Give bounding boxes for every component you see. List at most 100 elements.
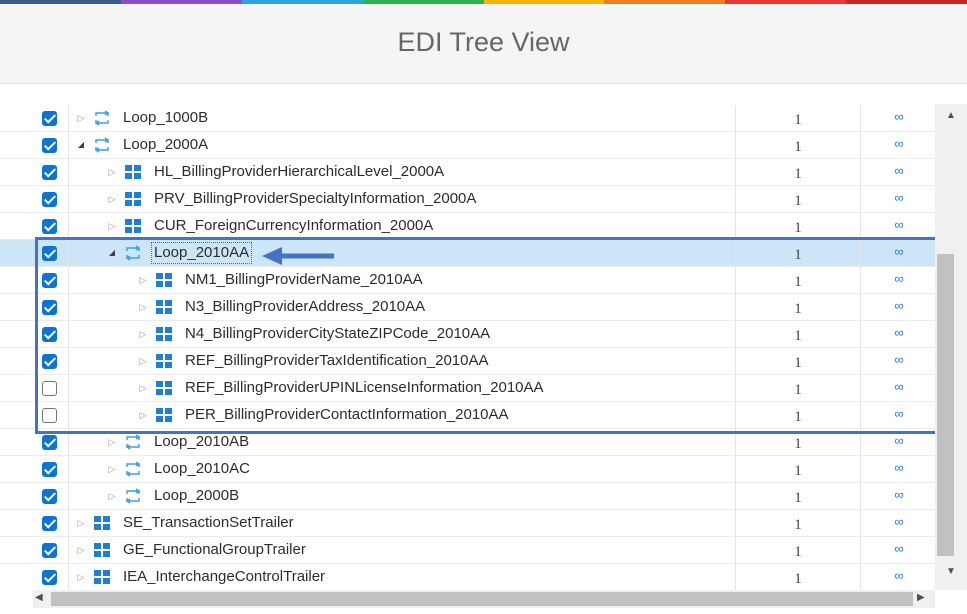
tree-row[interactable]: ▷ N4_BillingProviderCityStateZIPCode_201… [0, 321, 935, 348]
tree-row[interactable]: ▷ REF_BillingProviderUPINLicenseInformat… [0, 375, 935, 402]
expand-triangle-icon[interactable]: ▷ [138, 275, 148, 285]
scroll-left-arrow-icon[interactable]: ◀ [35, 592, 47, 603]
tree-node-label[interactable]: N3_BillingProviderAddress_2010AA [185, 298, 425, 315]
collapse-triangle-icon[interactable]: ◢ [107, 248, 117, 258]
row-checkbox[interactable] [42, 111, 57, 126]
tree-row[interactable]: ▷ NM1_BillingProviderName_2010AA 1 ∞ [0, 267, 935, 294]
infinity-link-icon[interactable]: ∞ [862, 429, 935, 456]
tree-node-label[interactable]: REF_BillingProviderTaxIdentification_201… [185, 352, 489, 369]
infinity-link-icon[interactable]: ∞ [862, 348, 935, 375]
infinity-link-icon[interactable]: ∞ [862, 402, 935, 429]
horizontal-scroll-thumb[interactable] [51, 592, 913, 606]
tree-node-label[interactable]: HL_BillingProviderHierarchicalLevel_2000… [154, 163, 444, 180]
tree-node-label[interactable]: NM1_BillingProviderName_2010AA [185, 271, 423, 288]
scroll-down-arrow-icon[interactable]: ▼ [935, 566, 967, 580]
expand-triangle-icon[interactable]: ▷ [138, 383, 148, 393]
row-checkbox[interactable] [42, 165, 57, 180]
expand-triangle-icon[interactable]: ▷ [107, 437, 117, 447]
row-checkbox[interactable] [42, 462, 57, 477]
tree-node-label[interactable]: IEA_InterchangeControlTrailer [123, 568, 325, 585]
tree-node-label[interactable]: PER_BillingProviderContactInformation_20… [185, 406, 509, 423]
tree-node-label[interactable]: Loop_1000B [123, 109, 208, 126]
tree-node-label[interactable]: Loop_2010AC [154, 460, 250, 477]
tree-node-label[interactable]: Loop_2000A [123, 136, 208, 153]
expand-triangle-icon[interactable]: ▷ [76, 572, 86, 582]
tree-node-label[interactable]: CUR_ForeignCurrencyInformation_2000A [154, 217, 433, 234]
vertical-scroll-thumb[interactable] [937, 254, 954, 556]
expand-triangle-icon[interactable]: ▷ [76, 113, 86, 123]
expand-triangle-icon[interactable]: ▷ [138, 302, 148, 312]
tree-node-label[interactable]: GE_FunctionalGroupTrailer [123, 541, 306, 558]
row-checkbox[interactable] [42, 516, 57, 531]
row-checkbox[interactable] [42, 381, 57, 396]
infinity-link-icon[interactable]: ∞ [862, 240, 935, 267]
tree-node-label[interactable]: Loop_2010AA [151, 242, 253, 264]
tree-row[interactable]: ▷ REF_BillingProviderTaxIdentification_2… [0, 348, 935, 375]
infinity-link-icon[interactable]: ∞ [862, 510, 935, 537]
tree-row[interactable]: ◢ Loop_2000A 1 ∞ [0, 132, 935, 159]
tree-node-label[interactable]: Loop_2000B [154, 487, 239, 504]
row-checkbox[interactable] [42, 489, 57, 504]
vertical-scrollbar[interactable]: ▲ ▼ [935, 104, 967, 590]
scroll-up-arrow-icon[interactable]: ▲ [935, 110, 967, 124]
row-checkbox[interactable] [42, 219, 57, 234]
expand-triangle-icon[interactable]: ▷ [138, 356, 148, 366]
tree-row[interactable]: ▷ Loop_2000B 1 ∞ [0, 483, 935, 510]
infinity-link-icon[interactable]: ∞ [862, 564, 935, 590]
horizontal-scrollbar[interactable]: ◀ ▶ [33, 590, 935, 608]
expand-triangle-icon[interactable]: ▷ [138, 410, 148, 420]
infinity-link-icon[interactable]: ∞ [862, 213, 935, 240]
infinity-link-icon[interactable]: ∞ [862, 105, 935, 132]
infinity-link-icon[interactable]: ∞ [862, 159, 935, 186]
infinity-link-icon[interactable]: ∞ [862, 132, 935, 159]
infinity-link-icon[interactable]: ∞ [862, 294, 935, 321]
infinity-link-icon[interactable]: ∞ [862, 456, 935, 483]
tree-node-cell: ▷ HL_BillingProviderHierarchicalLevel_20… [70, 159, 735, 186]
infinity-link-icon[interactable]: ∞ [862, 321, 935, 348]
tree-node-label[interactable]: PRV_BillingProviderSpecialtyInformation_… [154, 190, 476, 207]
tree-row[interactable]: ▷ CUR_ForeignCurrencyInformation_2000A 1… [0, 213, 935, 240]
row-checkbox[interactable] [42, 354, 57, 369]
tree-node-label[interactable]: Loop_2010AB [154, 433, 249, 450]
tree-node-cell: ▷ Loop_2000B [70, 483, 735, 510]
tree-row[interactable]: ▷ SE_TransactionSetTrailer 1 ∞ [0, 510, 935, 537]
infinity-link-icon[interactable]: ∞ [862, 483, 935, 510]
expand-triangle-icon[interactable]: ▷ [138, 329, 148, 339]
expand-triangle-icon[interactable]: ▷ [107, 221, 117, 231]
tree-row[interactable]: ▷ HL_BillingProviderHierarchicalLevel_20… [0, 159, 935, 186]
scroll-right-arrow-icon[interactable]: ▶ [917, 592, 929, 603]
tree-node-label[interactable]: SE_TransactionSetTrailer [123, 514, 294, 531]
tree-node-label[interactable]: N4_BillingProviderCityStateZIPCode_2010A… [185, 325, 490, 342]
infinity-link-icon[interactable]: ∞ [862, 537, 935, 564]
tree-row[interactable]: ▷ GE_FunctionalGroupTrailer 1 ∞ [0, 537, 935, 564]
row-checkbox[interactable] [42, 273, 57, 288]
row-checkbox[interactable] [42, 408, 57, 423]
row-checkbox[interactable] [42, 192, 57, 207]
row-checkbox[interactable] [42, 138, 57, 153]
tree-row[interactable]: ▷ IEA_InterchangeControlTrailer 1 ∞ [0, 564, 935, 590]
expand-triangle-icon[interactable]: ▷ [107, 464, 117, 474]
row-checkbox[interactable] [42, 246, 57, 261]
infinity-link-icon[interactable]: ∞ [862, 186, 935, 213]
row-checkbox[interactable] [42, 570, 57, 585]
tree-row[interactable]: ▷ Loop_2010AB 1 ∞ [0, 429, 935, 456]
expand-triangle-icon[interactable]: ▷ [76, 545, 86, 555]
tree-row[interactable]: ▷ N3_BillingProviderAddress_2010AA 1 ∞ [0, 294, 935, 321]
expand-triangle-icon[interactable]: ▷ [107, 194, 117, 204]
expand-triangle-icon[interactable]: ▷ [76, 518, 86, 528]
infinity-link-icon[interactable]: ∞ [862, 375, 935, 402]
row-checkbox[interactable] [42, 435, 57, 450]
tree-row[interactable]: ▷ PRV_BillingProviderSpecialtyInformatio… [0, 186, 935, 213]
row-checkbox[interactable] [42, 543, 57, 558]
tree-row[interactable]: ◢ Loop_2010AA 1 ∞ [0, 240, 935, 267]
infinity-link-icon[interactable]: ∞ [862, 267, 935, 294]
tree-row[interactable]: ▷ PER_BillingProviderContactInformation_… [0, 402, 935, 429]
tree-row[interactable]: ▷ Loop_2010AC 1 ∞ [0, 456, 935, 483]
expand-triangle-icon[interactable]: ▷ [107, 491, 117, 501]
tree-row[interactable]: ▷ Loop_1000B 1 ∞ [0, 105, 935, 132]
tree-node-label[interactable]: REF_BillingProviderUPINLicenseInformatio… [185, 379, 544, 396]
row-checkbox[interactable] [42, 327, 57, 342]
expand-triangle-icon[interactable]: ▷ [107, 167, 117, 177]
collapse-triangle-icon[interactable]: ◢ [76, 140, 86, 150]
row-checkbox[interactable] [42, 300, 57, 315]
